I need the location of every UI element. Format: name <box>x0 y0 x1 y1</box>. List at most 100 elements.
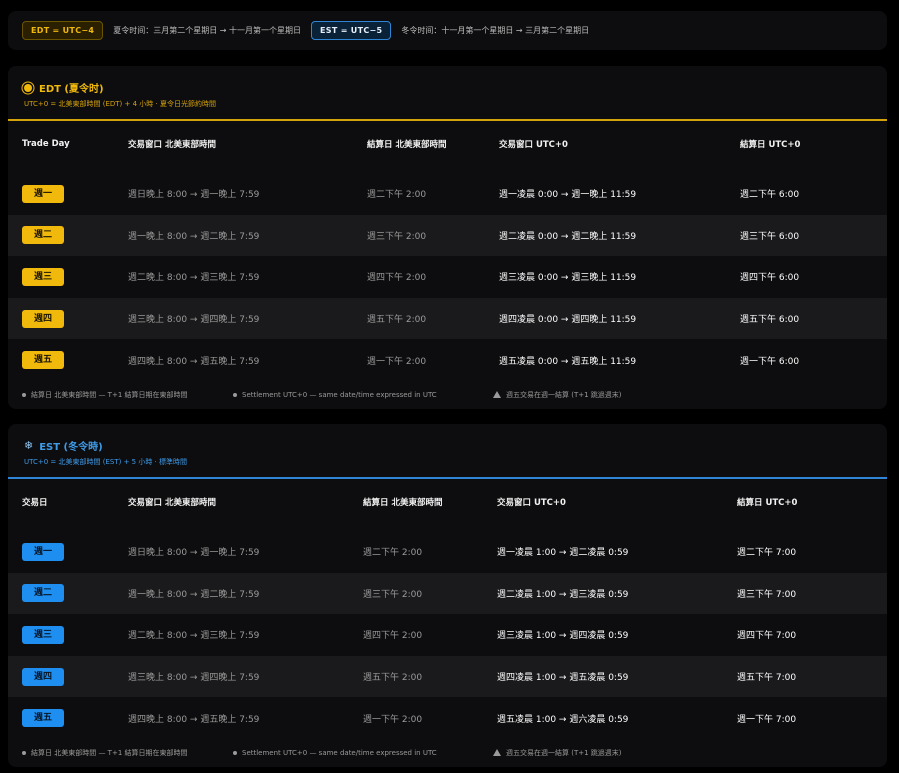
table-row: 週四 週三晚上 8:00 → 週四晚上 7:59 週五下午 2:00 週四凌晨 … <box>8 655 887 698</box>
edt-title-text: EDT (夏令时) <box>39 84 104 95</box>
window-et: 週四晚上 8:00 → 週五晚上 7:59 <box>128 714 260 725</box>
footnote: 週五交易在週一結算 (T+1 跳過週末) <box>506 748 622 757</box>
footnote: Settlement UTC+0 — same date/time expres… <box>242 748 437 757</box>
settle-et: 週三下午 2:00 <box>363 589 423 600</box>
window-et: 週一晚上 8:00 → 週二晚上 7:59 <box>128 589 260 600</box>
settle-et: 週一下午 2:00 <box>367 356 427 367</box>
settle-utc: 週二下午 7:00 <box>737 548 797 559</box>
settle-utc: 週一下午 7:00 <box>737 714 797 725</box>
est-footnotes: 結算日 北美東部時間 — T+1 結算日期在東部時間 Settlement UT… <box>8 739 887 767</box>
est-section-title: ❄ EST (冬令時) <box>24 438 887 453</box>
settle-utc: 週三下午 7:00 <box>737 589 797 600</box>
window-et: 週二晚上 8:00 → 週三晚上 7:59 <box>128 273 260 284</box>
window-utc: 週一凌晨 0:00 → 週一晚上 11:59 <box>499 190 637 201</box>
day-badge: 週五 <box>22 351 64 370</box>
dot-icon <box>22 392 26 397</box>
window-utc: 週三凌晨 1:00 → 週四凌晨 0:59 <box>497 631 629 642</box>
est-title-text: EST (冬令時) <box>39 442 103 453</box>
table-row: 週二 週一晚上 8:00 → 週二晚上 7:59 週三下午 2:00 週二凌晨 … <box>8 214 887 257</box>
window-et: 週四晚上 8:00 → 週五晚上 7:59 <box>128 356 260 367</box>
est-section-subtitle: UTC+0 = 北美東部時間 (EST) + 5 小時 · 標準時間 <box>24 458 188 466</box>
settle-utc: 週四下午 7:00 <box>737 631 797 642</box>
footnote: Settlement UTC+0 — same date/time expres… <box>242 390 437 399</box>
window-utc: 週四凌晨 0:00 → 週四晚上 11:59 <box>499 315 637 326</box>
edt-table-header: Trade Day 交易窗口 北美東部時間 結算日 北美東部時間 交易窗口 UT… <box>8 121 887 167</box>
col-header-settle-utc: 結算日 UTC+0 <box>737 498 798 508</box>
est-section-header: ❄ EST (冬令時) UTC+0 = 北美東部時間 (EST) + 5 小時 … <box>8 424 887 479</box>
table-row: 週四 週三晚上 8:00 → 週四晚上 7:59 週五下午 2:00 週四凌晨 … <box>8 297 887 340</box>
window-et: 週日晚上 8:00 → 週一晚上 7:59 <box>128 548 260 559</box>
footnote: 結算日 北美東部時間 — T+1 結算日期在東部時間 <box>31 748 188 757</box>
day-badge: 週三 <box>22 625 64 644</box>
settle-et: 週一下午 2:00 <box>363 714 423 725</box>
day-badge: 週一 <box>22 542 64 561</box>
day-badge: 週四 <box>22 309 64 328</box>
col-header-window-utc: 交易窗口 UTC+0 <box>497 498 566 508</box>
est-description: 冬令时间：十一月第一个星期日 → 三月第二个星期日 <box>401 26 590 35</box>
settle-et: 週三下午 2:00 <box>367 231 427 242</box>
edt-section-header: EDT (夏令时) UTC+0 = 北美東部時間 (EDT) + 4 小時 · … <box>8 66 887 121</box>
dot-icon <box>233 392 237 397</box>
col-header-settle-et: 結算日 北美東部時間 <box>363 498 443 508</box>
sun-icon <box>24 83 32 92</box>
col-header-trade-day: 交易日 <box>22 498 48 508</box>
table-row: 週一 週日晚上 8:00 → 週一晚上 7:59 週二下午 2:00 週一凌晨 … <box>8 173 887 215</box>
est-section: ❄ EST (冬令時) UTC+0 = 北美東部時間 (EST) + 5 小時 … <box>8 424 887 767</box>
timezone-legend: EDT = UTC−4 夏令时间：三月第二个星期日 → 十一月第一个星期日 ES… <box>8 11 887 50</box>
settle-et: 週五下午 2:00 <box>363 673 423 684</box>
settle-utc: 週一下午 6:00 <box>740 356 800 367</box>
window-utc: 週五凌晨 0:00 → 週五晚上 11:59 <box>499 356 637 367</box>
settle-et: 週四下午 2:00 <box>363 631 423 642</box>
settle-utc: 週五下午 6:00 <box>740 315 800 326</box>
window-et: 週日晚上 8:00 → 週一晚上 7:59 <box>128 190 260 201</box>
footnote: 週五交易在週一結算 (T+1 跳過週末) <box>506 390 622 399</box>
col-header-window-utc: 交易窗口 UTC+0 <box>499 140 568 150</box>
dot-icon <box>22 750 26 755</box>
edt-footnotes: 結算日 北美東部時間 — T+1 結算日期在東部時間 Settlement UT… <box>8 381 887 409</box>
settle-utc: 週三下午 6:00 <box>740 231 800 242</box>
edt-badge: EDT = UTC−4 <box>22 21 104 40</box>
col-header-window-et: 交易窗口 北美東部時間 <box>128 498 216 508</box>
window-et: 週三晚上 8:00 → 週四晚上 7:59 <box>128 673 260 684</box>
window-utc: 週五凌晨 1:00 → 週六凌晨 0:59 <box>497 714 629 725</box>
settle-et: 週五下午 2:00 <box>367 315 427 326</box>
table-row: 週五 週四晚上 8:00 → 週五晚上 7:59 週一下午 2:00 週五凌晨 … <box>8 339 887 381</box>
day-badge: 週二 <box>22 226 64 245</box>
day-badge: 週五 <box>22 709 64 728</box>
settle-et: 週二下午 2:00 <box>367 190 427 201</box>
window-utc: 週一凌晨 1:00 → 週二凌晨 0:59 <box>497 548 629 559</box>
window-et: 週二晚上 8:00 → 週三晚上 7:59 <box>128 631 260 642</box>
window-utc: 週三凌晨 0:00 → 週三晚上 11:59 <box>499 273 637 284</box>
settle-utc: 週二下午 6:00 <box>740 190 800 201</box>
snowflake-icon: ❄ <box>24 439 34 452</box>
settle-et: 週二下午 2:00 <box>363 548 423 559</box>
day-badge: 週四 <box>22 667 64 686</box>
day-badge: 週三 <box>22 267 64 286</box>
warning-icon <box>493 391 501 399</box>
warning-icon <box>493 749 501 757</box>
col-header-window-et: 交易窗口 北美東部時間 <box>128 140 216 150</box>
table-row: 週一 週日晚上 8:00 → 週一晚上 7:59 週二下午 2:00 週一凌晨 … <box>8 531 887 573</box>
dot-icon <box>233 750 237 755</box>
settle-utc: 週四下午 6:00 <box>740 273 800 284</box>
footnote: 結算日 北美東部時間 — T+1 結算日期在東部時間 <box>31 390 188 399</box>
est-table-header: 交易日 交易窗口 北美東部時間 結算日 北美東部時間 交易窗口 UTC+0 結算… <box>8 479 887 525</box>
col-header-trade-day: Trade Day <box>22 139 70 149</box>
col-header-settle-utc: 結算日 UTC+0 <box>740 140 801 150</box>
edt-section: EDT (夏令时) UTC+0 = 北美東部時間 (EDT) + 4 小時 · … <box>8 66 887 409</box>
day-badge: 週一 <box>22 184 64 203</box>
table-row: 週三 週二晚上 8:00 → 週三晚上 7:59 週四下午 2:00 週三凌晨 … <box>8 256 887 298</box>
day-badge: 週二 <box>22 584 64 603</box>
col-header-settle-et: 結算日 北美東部時間 <box>367 140 447 150</box>
settle-utc: 週五下午 7:00 <box>737 673 797 684</box>
window-utc: 週二凌晨 1:00 → 週三凌晨 0:59 <box>497 589 629 600</box>
table-row: 週二 週一晚上 8:00 → 週二晚上 7:59 週三下午 2:00 週二凌晨 … <box>8 572 887 615</box>
table-row: 週三 週二晚上 8:00 → 週三晚上 7:59 週四下午 2:00 週三凌晨 … <box>8 614 887 656</box>
window-et: 週三晚上 8:00 → 週四晚上 7:59 <box>128 315 260 326</box>
table-row: 週五 週四晚上 8:00 → 週五晚上 7:59 週一下午 2:00 週五凌晨 … <box>8 697 887 739</box>
est-badge: EST = UTC−5 <box>311 21 392 40</box>
edt-section-subtitle: UTC+0 = 北美東部時間 (EDT) + 4 小時 · 夏令日光節約時間 <box>24 100 216 108</box>
window-et: 週一晚上 8:00 → 週二晚上 7:59 <box>128 231 260 242</box>
window-utc: 週四凌晨 1:00 → 週五凌晨 0:59 <box>497 673 629 684</box>
window-utc: 週二凌晨 0:00 → 週二晚上 11:59 <box>499 231 637 242</box>
